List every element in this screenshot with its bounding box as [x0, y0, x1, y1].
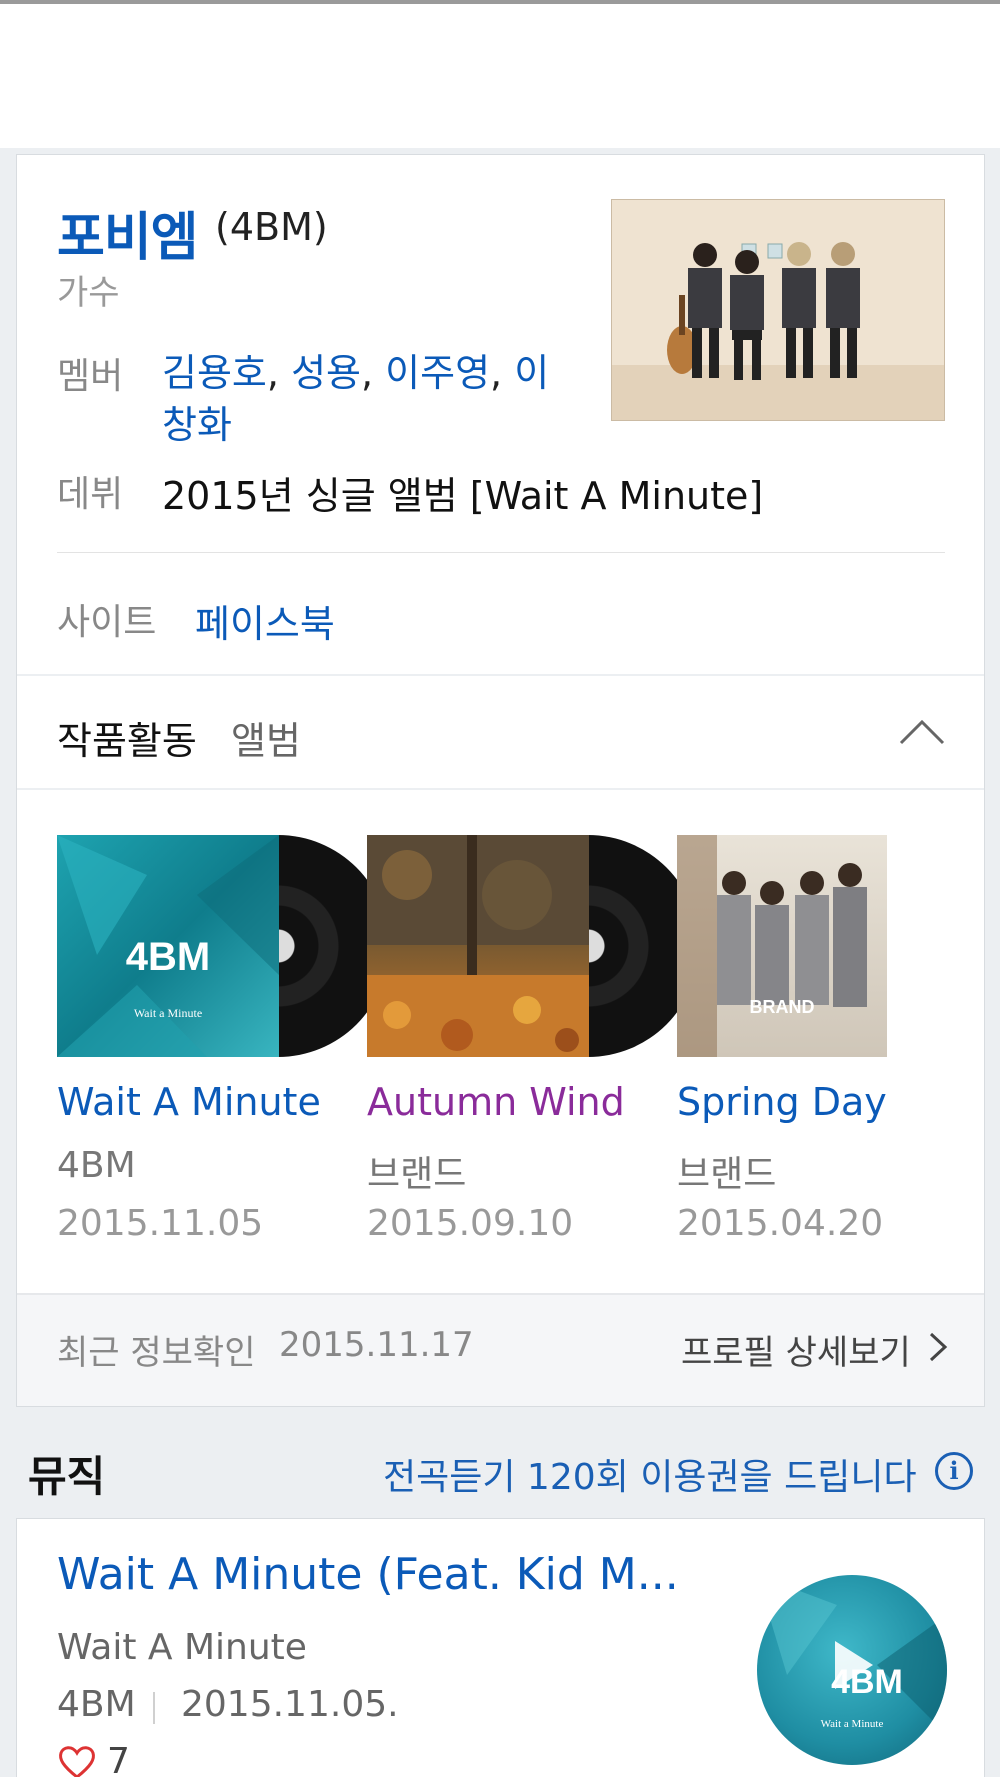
- like-count: 7: [107, 1741, 130, 1777]
- album-art[interactable]: [367, 835, 699, 1057]
- album-title[interactable]: Autumn Wind: [367, 1080, 625, 1124]
- cover-subtitle: Wait a Minute: [134, 1006, 202, 1020]
- album-artist: 브랜드: [367, 1154, 467, 1195]
- info-icon[interactable]: i: [935, 1452, 973, 1490]
- profile-detail-link[interactable]: 프로필 상세보기: [681, 1325, 911, 1374]
- facebook-link[interactable]: 페이스북: [195, 593, 335, 648]
- separator: [153, 1692, 155, 1724]
- artist-card: 포비엠 (4BM) 가수 멤버 김용호, 성용, 이주영, 이창화 데뷔 201…: [16, 154, 985, 1407]
- album-cover: [367, 835, 589, 1057]
- album-cover: 4BM Wait a Minute: [57, 835, 279, 1057]
- artist-name[interactable]: 포비엠: [57, 195, 199, 270]
- album-date: 2015.11.05: [57, 1203, 264, 1244]
- members-list: 김용호, 성용, 이주영, 이창화: [162, 351, 550, 447]
- album-artist: 4BM: [57, 1145, 136, 1186]
- album-title[interactable]: Wait A Minute: [57, 1080, 321, 1124]
- album-title[interactable]: Spring Day: [677, 1080, 887, 1124]
- works-title: 작품활동: [57, 719, 197, 763]
- member-link[interactable]: 이주영: [385, 351, 490, 395]
- album-cover: BRAND: [677, 835, 887, 1057]
- members-label: 멤버: [57, 356, 124, 397]
- member-link[interactable]: 성용: [291, 351, 361, 395]
- song-album: Wait A Minute: [57, 1627, 307, 1668]
- song-date: 2015.11.05.: [181, 1684, 399, 1725]
- album-date: 2015.09.10: [367, 1203, 574, 1244]
- recent-info-label: 최근 정보확인: [57, 1333, 256, 1373]
- album-item[interactable]: 4BM Wait a Minute Wait A Minute 4BM 2015…: [57, 835, 389, 1244]
- card-footer: 최근 정보확인 2015.11.17 프로필 상세보기: [17, 1293, 984, 1406]
- cover-text: 4BM: [126, 935, 210, 979]
- song-thumbnail[interactable]: 4BM Wait a Minute: [757, 1575, 947, 1765]
- artist-role: 가수: [57, 273, 120, 313]
- thumb-subtitle: Wait a Minute: [821, 1718, 884, 1730]
- divider: [57, 552, 945, 553]
- tab-albums[interactable]: 앨범: [231, 710, 301, 765]
- section-divider: [17, 674, 984, 676]
- song-artist: 4BM: [57, 1684, 136, 1725]
- member-link[interactable]: 김용호: [162, 351, 267, 395]
- cover-text: BRAND: [750, 997, 815, 1017]
- chevron-right-icon[interactable]: [927, 1331, 949, 1363]
- album-item[interactable]: Autumn Wind 브랜드 2015.09.10: [367, 835, 699, 1244]
- top-bar: [0, 4, 1000, 148]
- debut-value: 2015년 싱글 앨범 [Wait A Minute]: [162, 474, 764, 518]
- song-title[interactable]: Wait A Minute (Feat. Kid M...: [57, 1549, 679, 1600]
- debut-label: 데뷔: [57, 474, 124, 515]
- chevron-up-icon[interactable]: [897, 711, 947, 751]
- album-item[interactable]: BRAND Spring Day 브랜드 2015.04.20: [677, 835, 997, 1244]
- promo-link[interactable]: 전곡듣기 120회 이용권을 드립니다: [383, 1448, 917, 1500]
- album-art[interactable]: 4BM Wait a Minute: [57, 835, 389, 1057]
- music-section-title: 뮤직: [28, 1452, 106, 1501]
- artist-photo[interactable]: [611, 199, 945, 421]
- album-artist: 브랜드: [677, 1154, 777, 1195]
- album-art[interactable]: BRAND: [677, 835, 987, 1057]
- song-card: Wait A Minute (Feat. Kid M... Wait A Min…: [16, 1518, 985, 1777]
- artist-name-en: (4BM): [215, 205, 328, 249]
- site-label: 사이트: [57, 602, 157, 643]
- heart-icon[interactable]: [57, 1744, 97, 1777]
- section-divider: [17, 788, 984, 790]
- recent-info-date: 2015.11.17: [279, 1325, 474, 1365]
- album-date: 2015.04.20: [677, 1203, 884, 1244]
